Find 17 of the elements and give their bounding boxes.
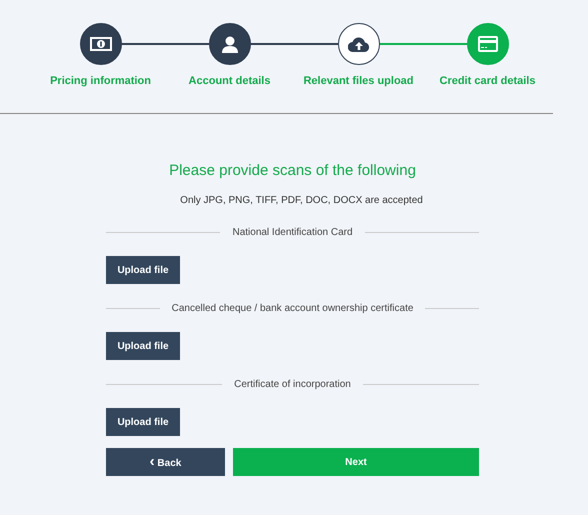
upload-button[interactable]: Upload file [106, 408, 180, 436]
section-title: Certificate of incorporation [234, 378, 351, 392]
back-button[interactable]: ‹ Back [106, 448, 225, 476]
format-note: Only JPG, PNG, TIFF, PDF, DOC, DOCX are accepted [179, 194, 424, 208]
credit-card-icon [478, 36, 498, 52]
money-icon [90, 37, 112, 51]
heading: Please provide scans of the following [168, 160, 417, 180]
step-label: Relevant files upload [303, 74, 414, 89]
upload-button[interactable]: Upload file [106, 256, 180, 284]
section-title: National Identification Card [232, 226, 353, 240]
step-label: Account details [188, 74, 270, 89]
section-title: Cancelled cheque / bank account ownership certificate [172, 302, 414, 316]
cloud-upload-icon [348, 36, 370, 52]
step-label: Credit card details [440, 74, 536, 89]
upload-button[interactable]: Upload file [106, 332, 180, 360]
user-icon [222, 36, 238, 52]
step-label: Pricing information [50, 74, 151, 89]
